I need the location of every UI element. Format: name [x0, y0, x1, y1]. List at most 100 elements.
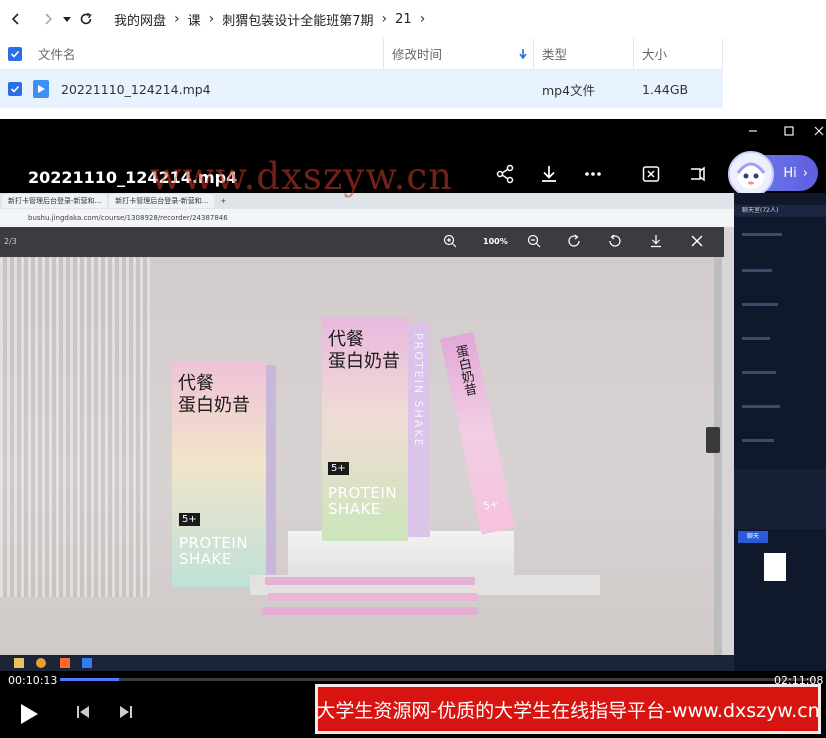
product-en-line1: PROTEIN: [179, 534, 249, 552]
mini-window-icon: [691, 166, 705, 182]
chat-input-area[interactable]: [734, 469, 826, 529]
breadcrumb-item-current[interactable]: 21: [391, 12, 416, 27]
rotate-left-icon: [609, 234, 621, 247]
chevron-left-icon: [11, 13, 19, 25]
download-button[interactable]: [536, 161, 562, 187]
chat-send-button[interactable]: 聊天: [738, 531, 768, 543]
row-checkbox[interactable]: [0, 82, 30, 96]
product-cn-line1: 代餐: [328, 329, 364, 350]
file-type: mp4文件: [542, 82, 596, 98]
product-cn-line2: 蛋白奶昔: [178, 395, 250, 416]
share-icon: [496, 164, 514, 184]
next-image-button[interactable]: [706, 427, 720, 453]
viewer-close-icon: [691, 235, 703, 247]
breadcrumb-separator: ›: [174, 11, 180, 27]
background-curtain: [0, 257, 150, 597]
product-side-text: PROTEIN SHAKE: [412, 333, 425, 448]
file-list-header: 文件名 修改时间 类型 大小: [0, 38, 723, 70]
chat-title: 聊天室(72人): [734, 205, 826, 217]
column-name-label: 文件名: [38, 47, 76, 62]
page-counter: 2/3: [4, 237, 17, 246]
assistant-label: Hi: [783, 165, 797, 181]
watermark-text: www.dxszyw.cn: [150, 155, 453, 198]
refresh-button[interactable]: [74, 7, 98, 31]
breadcrumb-separator: ›: [208, 11, 215, 27]
forward-button[interactable]: [36, 7, 60, 31]
screenshot-button[interactable]: [638, 161, 664, 187]
column-size[interactable]: 大小: [634, 38, 723, 69]
zoom-out-icon: [527, 234, 541, 248]
maximize-button[interactable]: [774, 119, 804, 143]
taskbar-app-icon: [82, 658, 92, 668]
column-name[interactable]: 文件名: [30, 38, 384, 69]
column-mtime-label: 修改时间: [392, 47, 443, 62]
column-mtime[interactable]: 修改时间: [384, 38, 534, 69]
product-stick-badge: 5+: [482, 498, 500, 513]
product-en-line2: SHAKE: [179, 550, 232, 568]
maximize-icon: [784, 126, 794, 136]
download-icon: [542, 166, 556, 182]
breadcrumb: 我的网盘 › 课 › 刺猬包装设计全能班第7期 › 21 ›: [110, 10, 429, 29]
windows-taskbar: [0, 655, 734, 671]
product-photo: 代餐 蛋白奶昔 5+ PROTEIN SHAKE 代餐 蛋白奶昔 5+ PROT…: [0, 257, 722, 655]
product-stick-label: 蛋白奶昔: [451, 343, 478, 398]
close-button[interactable]: [804, 119, 826, 143]
browser-address-bar: bushu.jingdaka.com/course/1308928/record…: [0, 209, 734, 227]
taskbar-folder-icon: [14, 658, 24, 668]
share-button[interactable]: [492, 161, 518, 187]
viewer-scrollbar[interactable]: [714, 257, 722, 655]
file-row[interactable]: 20221110_124214.mp4 mp4文件 1.44GB: [0, 70, 723, 108]
breadcrumb-item[interactable]: 课: [184, 10, 205, 29]
checkbox-checked-icon: [8, 46, 22, 61]
previous-button[interactable]: [70, 699, 96, 725]
product-box-center: 代餐 蛋白奶昔 5+ PROTEIN SHAKE: [322, 317, 408, 541]
video-frame[interactable]: 新打卡管理后台登录-新营和... 新打卡管理后台登录-新营和... + bush…: [0, 193, 826, 671]
play-button[interactable]: [14, 699, 44, 729]
column-type[interactable]: 类型: [534, 38, 634, 69]
product-box-left: 代餐 蛋白奶昔 5+ PROTEIN SHAKE: [172, 361, 266, 587]
progress-bar[interactable]: [60, 678, 816, 681]
minimize-icon: [749, 130, 757, 132]
breadcrumb-separator: ›: [381, 11, 388, 27]
skip-next-icon: [120, 706, 132, 718]
select-all-checkbox[interactable]: [0, 38, 30, 69]
rotate-icon: [568, 234, 580, 247]
current-time: 00:10:13: [8, 674, 58, 687]
browser-url: bushu.jingdaka.com/course/1308928/record…: [28, 214, 228, 222]
flat-sachet: [262, 607, 478, 615]
mini-window-button[interactable]: [684, 161, 710, 187]
taskbar-browser-icon: [36, 658, 46, 668]
caret-down-icon: [63, 17, 71, 22]
image-viewer-toolbar: 2/3 100%: [0, 227, 724, 257]
zoom-in-icon: [443, 234, 457, 248]
product-box-center-side: PROTEIN SHAKE: [408, 323, 430, 537]
breadcrumb-separator: ›: [419, 11, 426, 27]
breadcrumb-item[interactable]: 我的网盘: [110, 10, 170, 29]
product-stick-pack: 蛋白奶昔 5+: [440, 331, 515, 535]
sort-down-icon: [519, 48, 527, 59]
navigation-bar: 我的网盘 › 课 › 刺猬包装设计全能班第7期 › 21 ›: [0, 0, 826, 38]
history-dropdown[interactable]: [60, 7, 74, 31]
breadcrumb-item[interactable]: 刺猬包装设计全能班第7期: [218, 10, 377, 29]
product-cn-line2: 蛋白奶昔: [328, 351, 400, 372]
column-size-label: 大小: [642, 47, 668, 62]
assistant-button[interactable]: Hi ›: [728, 151, 818, 197]
column-type-label: 类型: [542, 47, 568, 62]
browser-tab: 新打卡管理后台登录-新营和...: [2, 194, 108, 208]
image-download-icon: [651, 235, 661, 248]
flat-sachet: [265, 577, 475, 585]
refresh-icon: [80, 12, 92, 25]
more-button[interactable]: [580, 161, 606, 187]
file-name: 20221110_124214.mp4: [61, 81, 211, 97]
promo-banner: 大学生资源网-优质的大学生在线指导平台-www.dxszyw.cn: [315, 684, 821, 734]
file-size: 1.44GB: [642, 81, 689, 97]
product-cn-line1: 代餐: [178, 373, 214, 394]
product-en-line2: SHAKE: [328, 500, 381, 518]
minimize-button[interactable]: [738, 119, 768, 143]
product-badge: 5+: [328, 462, 349, 475]
next-button[interactable]: [113, 699, 139, 725]
taskbar-illustrator-icon: [60, 658, 70, 668]
checkbox-checked-icon: [8, 82, 22, 96]
screenshot-icon: [642, 166, 660, 182]
back-button[interactable]: [4, 7, 28, 31]
